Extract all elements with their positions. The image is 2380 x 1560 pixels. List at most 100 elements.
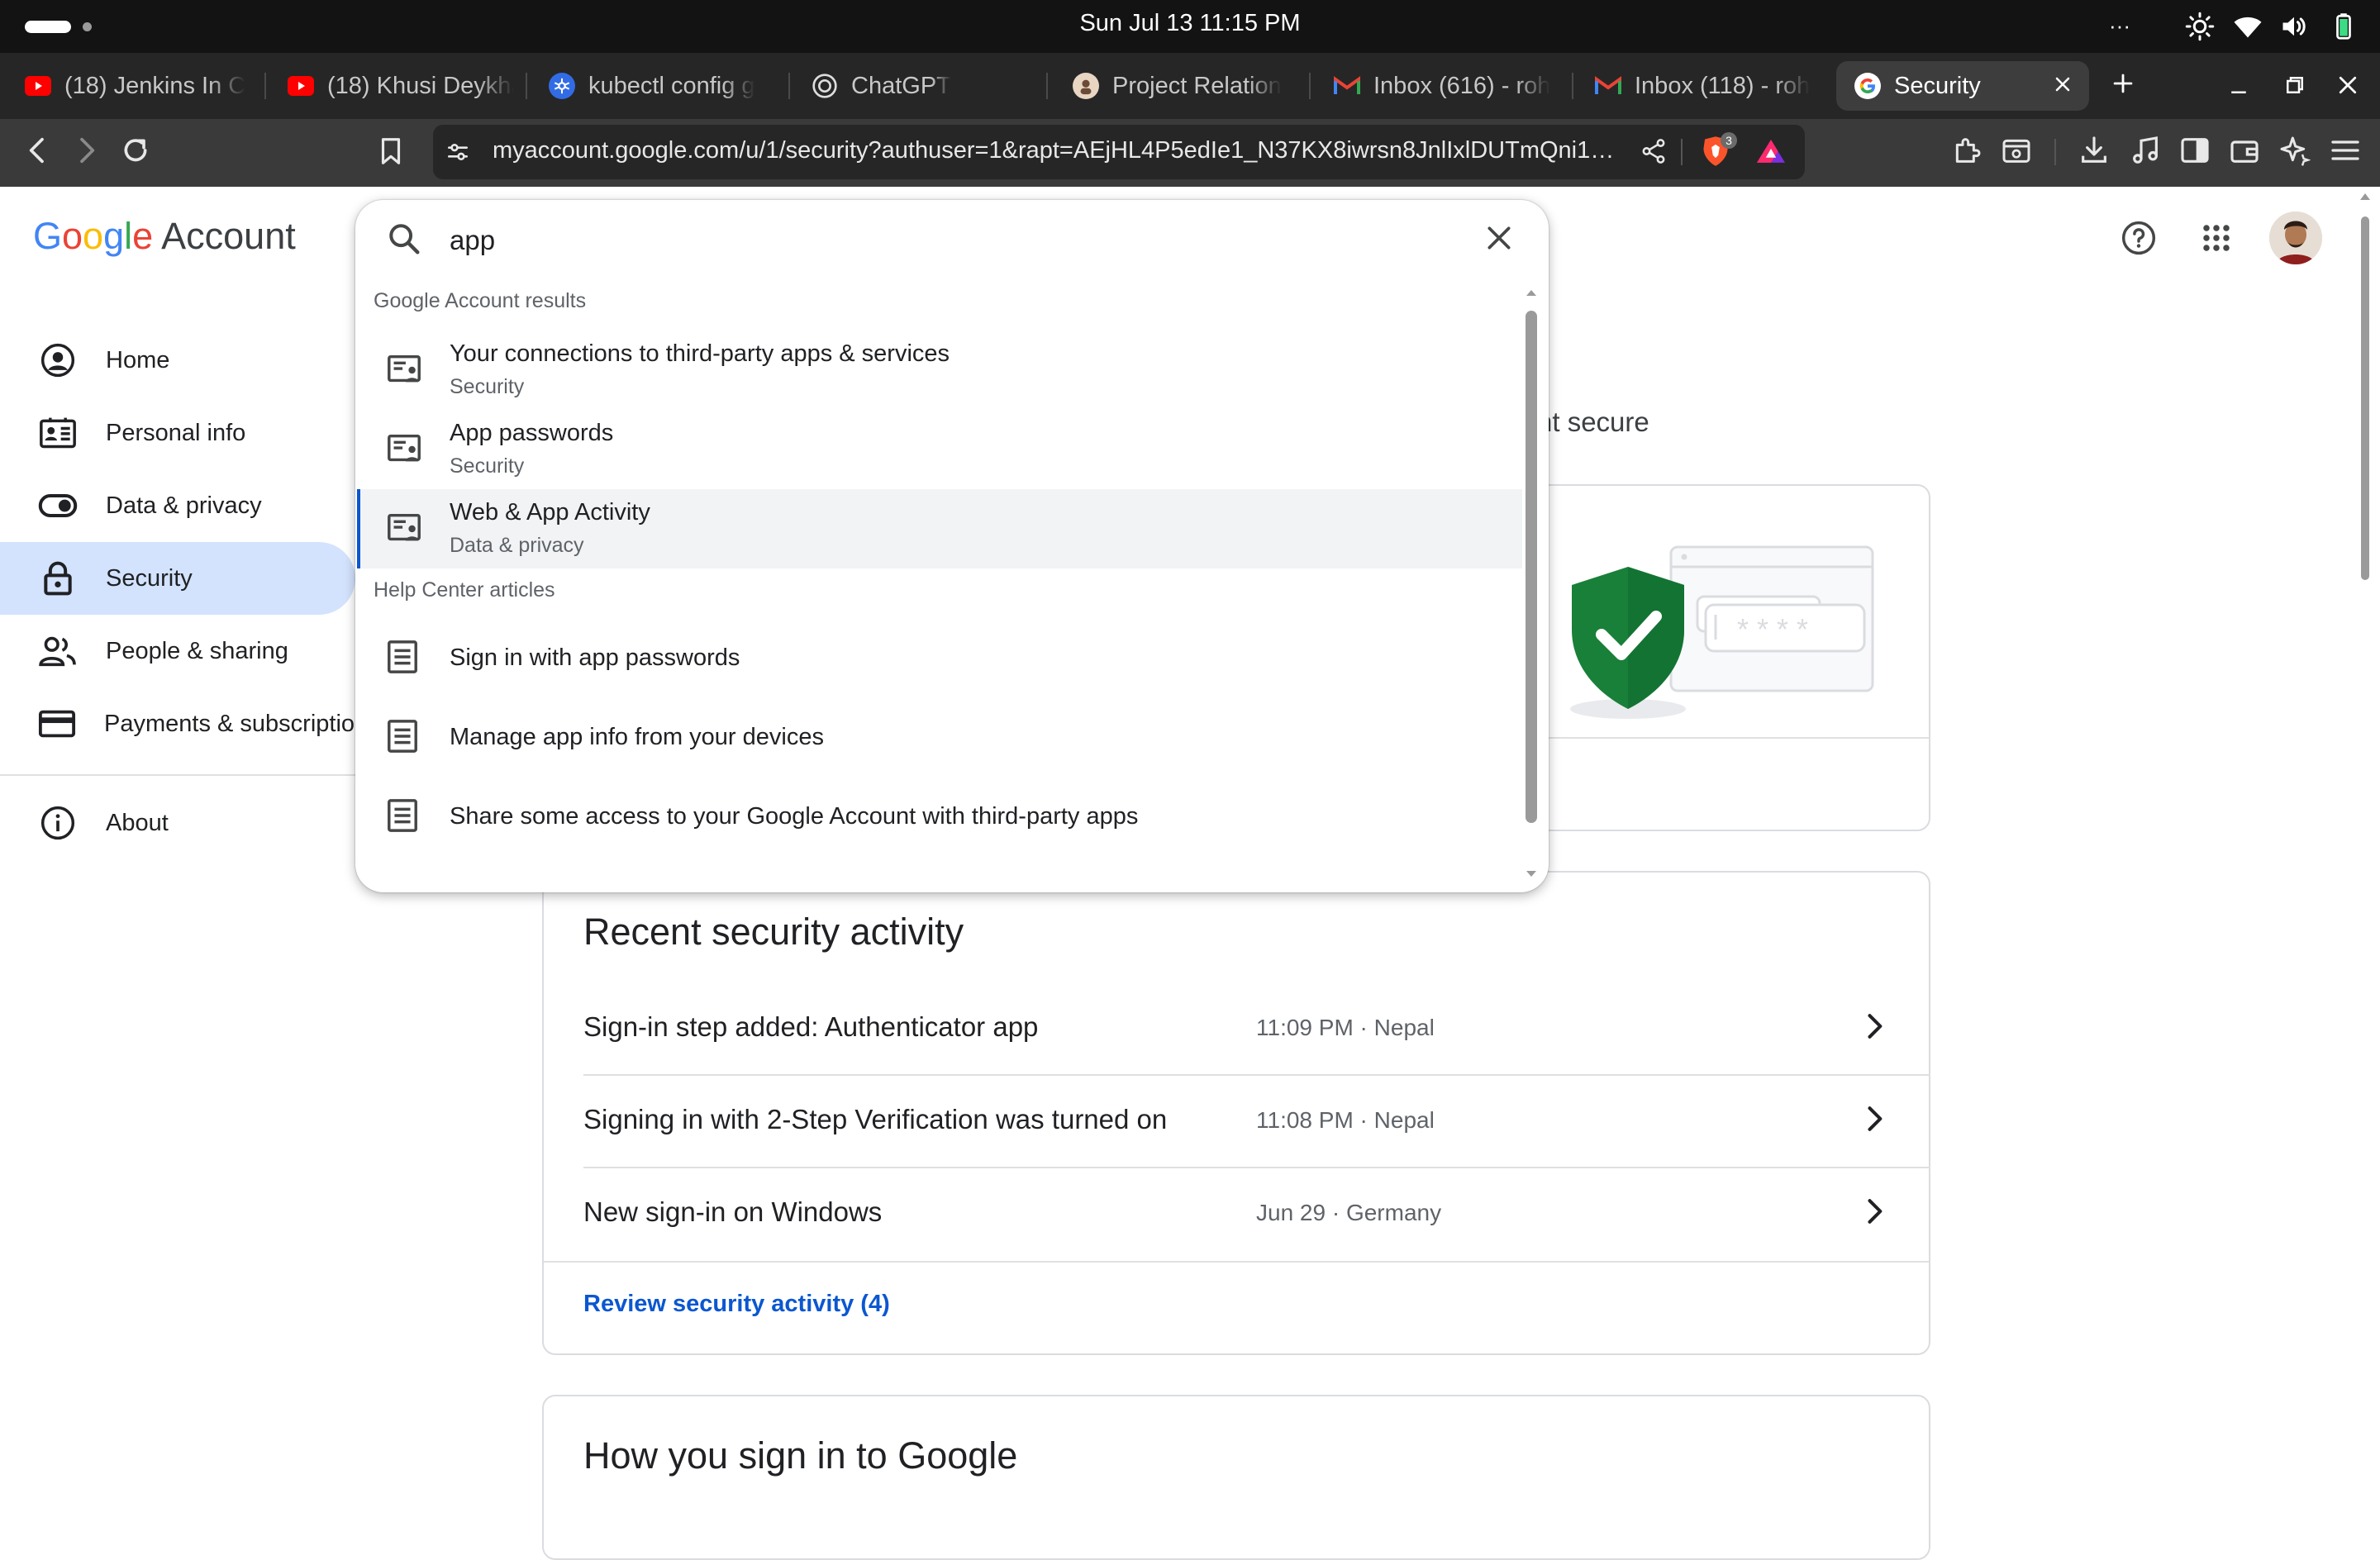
settings-result-icon xyxy=(385,509,423,547)
search-input[interactable] xyxy=(450,220,1441,261)
volume-icon[interactable] xyxy=(2279,12,2309,41)
media-icon[interactable] xyxy=(2129,134,2162,167)
tab-jenkins[interactable]: (18) Jenkins In C xyxy=(7,61,255,111)
search-result-help[interactable]: Share some access to your Google Account… xyxy=(357,777,1522,856)
scroll-up-arrow[interactable] xyxy=(2360,193,2370,200)
chatgpt-icon xyxy=(812,73,838,99)
activity-meta: 11:09 PM · Nepal xyxy=(1256,1015,1435,1040)
tab-inbox-118[interactable]: Inbox (118) - roh xyxy=(1577,61,1825,111)
gmail-icon xyxy=(1334,73,1360,99)
info-icon xyxy=(38,803,78,843)
activity-row[interactable]: New sign-in on Windows Jun 29 · Germany xyxy=(583,1168,1930,1261)
result-title: App passwords xyxy=(450,420,614,446)
sidebar-item-data-privacy[interactable]: Data & privacy xyxy=(0,469,355,542)
sidebar-item-security[interactable]: Security xyxy=(0,542,355,615)
project-icon xyxy=(1073,73,1099,99)
brave-rewards-icon[interactable] xyxy=(1755,137,1787,165)
tab-separator xyxy=(264,73,266,99)
result-subtitle: Security xyxy=(450,375,525,398)
card-icon xyxy=(38,704,76,744)
extensions-icon[interactable] xyxy=(1950,134,1983,167)
brightness-icon[interactable] xyxy=(2185,12,2215,41)
search-result-account[interactable]: App passwords Security xyxy=(357,410,1522,489)
sidebar-item-payments[interactable]: Payments & subscriptions xyxy=(0,687,355,760)
tab-project-relation[interactable]: Project Relation xyxy=(1054,61,1302,111)
leo-ai-icon[interactable] xyxy=(2278,134,2311,167)
sidebar-item-label: Home xyxy=(106,346,170,373)
article-icon xyxy=(385,797,420,835)
chevron-right-icon xyxy=(1856,1193,1892,1229)
forward-icon[interactable] xyxy=(69,134,102,167)
help-results-header: Help Center articles xyxy=(374,578,555,602)
menu-icon[interactable] xyxy=(2329,134,2362,167)
account-results-header: Google Account results xyxy=(374,289,587,312)
new-tab-icon[interactable] xyxy=(2109,69,2137,98)
search-icon[interactable] xyxy=(385,220,423,258)
page-scrollbar-thumb[interactable] xyxy=(2361,216,2369,580)
tab-label: Inbox (118) - roh xyxy=(1635,72,1811,99)
search-result-account-highlighted[interactable]: Web & App Activity Data & privacy xyxy=(357,489,1522,568)
activity-row[interactable]: Sign-in step added: Authenticator app 11… xyxy=(583,983,1930,1076)
close-window-icon[interactable] xyxy=(2335,73,2360,98)
tab-chatgpt[interactable]: ChatGPT xyxy=(793,61,1041,111)
sidebar-item-people-sharing[interactable]: People & sharing xyxy=(0,615,355,687)
sidebar-item-home[interactable]: Home xyxy=(0,324,355,397)
reload-icon[interactable] xyxy=(119,134,152,167)
activity-row[interactable]: Signing in with 2-Step Verification was … xyxy=(583,1076,1930,1168)
activity-meta: 11:08 PM · Nepal xyxy=(1256,1107,1435,1133)
clear-search-icon[interactable] xyxy=(1483,221,1516,254)
reader-mode-icon[interactable] xyxy=(2000,134,2033,167)
tab-inbox-616[interactable]: Inbox (616) - roh xyxy=(1316,61,1564,111)
tab-label: ChatGPT xyxy=(851,72,951,99)
review-security-activity-link[interactable]: Review security activity (4) xyxy=(583,1291,890,1318)
account-avatar[interactable] xyxy=(2269,212,2322,264)
dropdown-scroll-up-arrow[interactable] xyxy=(1524,288,1539,297)
sidebar-item-personal-info[interactable]: Personal info xyxy=(0,397,355,469)
site-settings-icon[interactable] xyxy=(445,139,471,165)
wifi-icon[interactable] xyxy=(2233,12,2263,41)
people-icon xyxy=(38,631,78,671)
settings-result-icon xyxy=(385,350,423,388)
sidebar-toggle-icon[interactable] xyxy=(2178,134,2211,167)
article-icon xyxy=(385,717,420,755)
workspace-dot[interactable] xyxy=(83,22,92,31)
sidebar-divider xyxy=(0,774,355,776)
google-wordmark: Google xyxy=(33,215,154,257)
result-subtitle: Security xyxy=(450,454,525,478)
minimize-icon[interactable] xyxy=(2226,73,2251,98)
toggle-icon xyxy=(38,486,78,526)
google-apps-icon[interactable] xyxy=(2202,223,2231,253)
maximize-icon[interactable] xyxy=(2282,73,2307,98)
dropdown-scroll-down-arrow[interactable] xyxy=(1524,869,1539,879)
security-illustration: * * * * xyxy=(1560,537,1883,735)
tab-separator xyxy=(526,73,527,99)
account-wordmark: Account xyxy=(161,215,296,257)
tab-khusi[interactable]: (18) Khusi Deykha xyxy=(269,61,514,111)
sidebar-item-label: Data & privacy xyxy=(106,492,262,519)
close-tab-icon[interactable] xyxy=(2051,73,2074,96)
address-divider xyxy=(1681,139,1683,165)
overflow-icon[interactable]: ··· xyxy=(2109,13,2130,39)
search-result-help[interactable]: Manage app info from your devices xyxy=(357,697,1522,777)
downloads-icon[interactable] xyxy=(2078,134,2111,167)
google-account-logo[interactable]: Google Account xyxy=(33,215,296,258)
battery-icon[interactable] xyxy=(2329,12,2359,41)
sidebar-item-label: Security xyxy=(106,564,193,592)
dropdown-scrollbar-thumb[interactable] xyxy=(1526,311,1537,823)
tab-kubectl[interactable]: kubectl config g xyxy=(531,61,778,111)
search-result-account[interactable]: Your connections to third-party apps & s… xyxy=(357,331,1522,410)
password-mask: * * * * xyxy=(1737,612,1808,646)
back-icon[interactable] xyxy=(21,134,55,167)
sidebar-item-about[interactable]: About xyxy=(0,787,355,859)
sidebar-item-label: About xyxy=(106,809,169,836)
help-icon[interactable] xyxy=(2121,220,2157,256)
os-clock[interactable]: Sun Jul 13 11:15 PM xyxy=(1025,10,1355,37)
workspace-indicator[interactable] xyxy=(25,21,71,33)
share-icon[interactable] xyxy=(1640,137,1668,165)
tab-label: (18) Jenkins In C xyxy=(64,72,246,99)
bookmark-icon[interactable] xyxy=(375,136,407,167)
wallet-icon[interactable] xyxy=(2228,134,2261,167)
url-text[interactable]: myaccount.google.com/u/1/security?authus… xyxy=(493,137,1616,164)
search-result-help[interactable]: Sign in with app passwords xyxy=(357,618,1522,697)
sidebar-item-label: Payments & subscriptions xyxy=(104,710,355,737)
